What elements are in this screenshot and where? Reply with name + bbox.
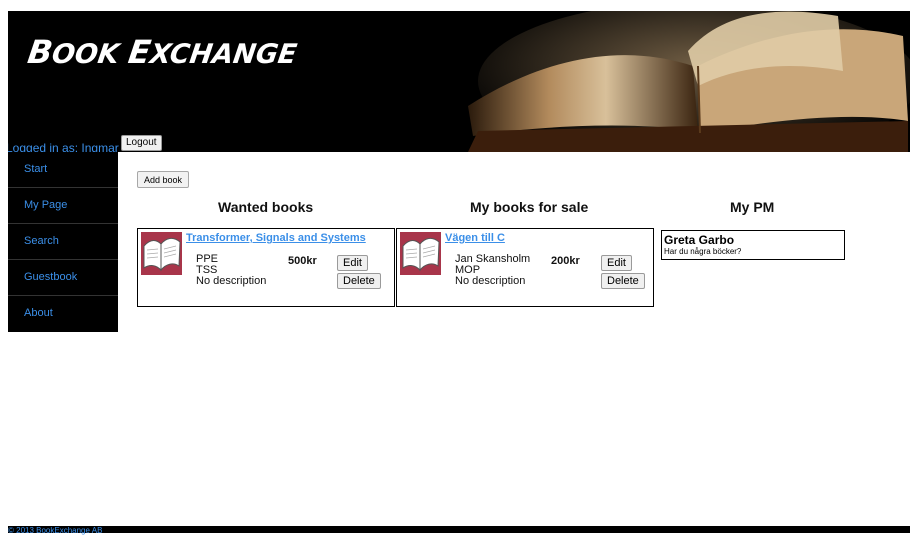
wanted-book-card: Transformer, Signals and Systems PPE TSS…: [137, 228, 395, 307]
book-title-link[interactable]: Transformer, Signals and Systems: [186, 232, 366, 244]
header-banner: BOOK EXCHANGE Logged in as: Ingmar Logou…: [8, 11, 910, 152]
book-price: 200kr: [551, 255, 580, 267]
sidebar-item-about[interactable]: About: [8, 296, 118, 331]
sidebar-nav: Start My Page Search Guestbook About: [8, 152, 118, 332]
pm-message-text: Har du några böcker?: [664, 247, 742, 256]
edit-button[interactable]: Edit: [601, 255, 632, 271]
footer-bar: [8, 526, 910, 533]
book-icon: [141, 232, 182, 275]
wanted-books-heading: Wanted books: [218, 199, 314, 215]
logout-button[interactable]: Logout: [121, 135, 162, 151]
book-icon: [400, 232, 441, 275]
sidebar-item-start[interactable]: Start: [8, 152, 118, 188]
delete-button[interactable]: Delete: [601, 273, 645, 289]
book-price: 500kr: [288, 255, 317, 267]
sidebar-item-search[interactable]: Search: [8, 224, 118, 260]
book-details: PPE TSS No description: [196, 254, 266, 287]
page: BOOK EXCHANGE Logged in as: Ingmar Logou…: [8, 11, 910, 535]
edit-button[interactable]: Edit: [337, 255, 368, 271]
sidebar-item-guestbook[interactable]: Guestbook: [8, 260, 118, 296]
book-title-link[interactable]: Vägen till C: [445, 232, 505, 244]
site-logo: BOOK EXCHANGE: [25, 33, 299, 71]
footer-copyright: © 2013 BookExchange AB: [8, 526, 103, 535]
book-description: No description: [196, 275, 267, 287]
delete-button[interactable]: Delete: [337, 273, 381, 289]
pm-sender: Greta Garbo: [664, 233, 735, 247]
book-description: No description: [455, 275, 526, 287]
books-for-sale-heading: My books for sale: [470, 199, 589, 215]
my-pm-heading: My PM: [730, 199, 775, 215]
book-details: Jan Skansholm MOP No description: [455, 254, 530, 287]
for-sale-book-card: Vägen till C Jan Skansholm MOP No descri…: [396, 228, 654, 307]
logged-in-status: Logged in as: Ingmar: [8, 141, 119, 152]
open-book-banner-image: [448, 11, 910, 152]
pm-message-item[interactable]: Greta Garbo Har du några böcker?: [661, 230, 845, 260]
add-book-button[interactable]: Add book: [137, 171, 190, 188]
sidebar-item-my-page[interactable]: My Page: [8, 188, 118, 224]
